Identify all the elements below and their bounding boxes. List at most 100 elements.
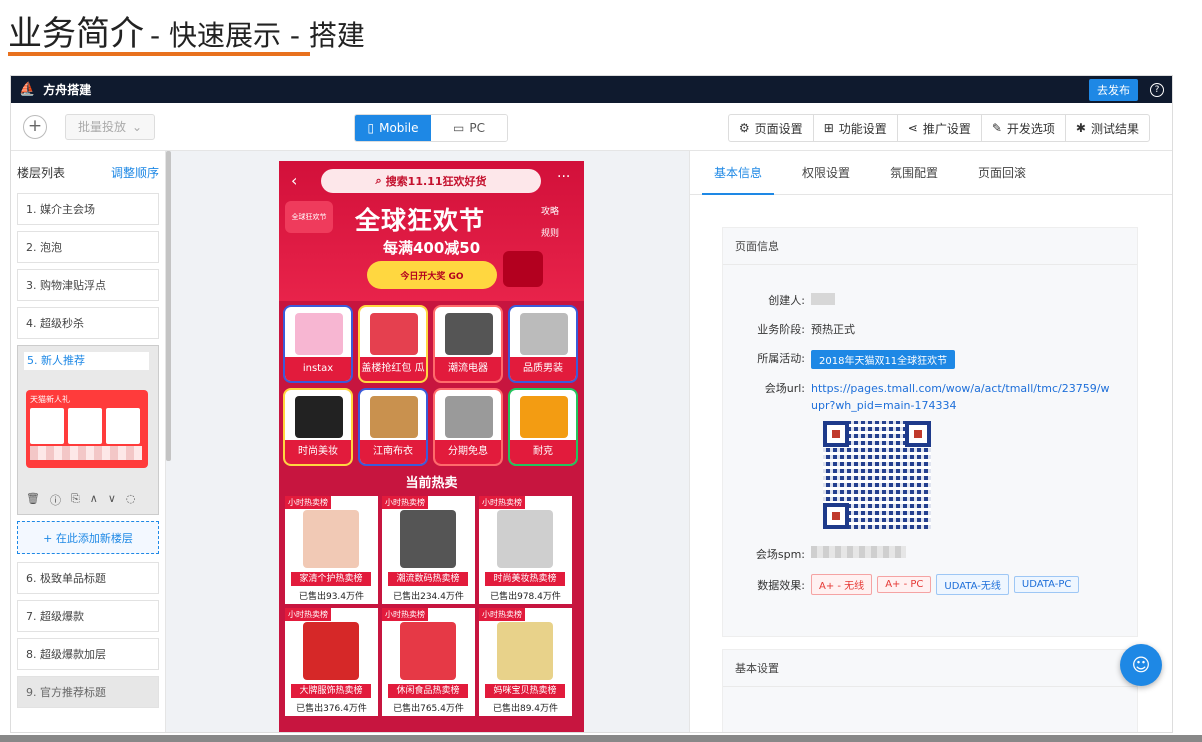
- effect-tag[interactable]: A+ - PC: [877, 576, 932, 593]
- activity-row: 所属活动: 2018年天猫双11全球狂欢节: [723, 350, 1123, 369]
- floor-list-title: 楼层列表: [17, 165, 66, 180]
- app-window: ⛵ 方舟搭建 去发布 ? + 批量投放 ⌄ ▯ Mobile ▭ PC ⚙ 页面设置 ⊞…: [10, 75, 1173, 733]
- page-url-link[interactable]: https://pages.tmall.com/wow/a/act/tmall/…: [811, 380, 1111, 414]
- url-row: 会场url: https://pages.tmall.com/wow/a/act/…: [723, 380, 1123, 414]
- rules-tag[interactable]: 规则: [541, 223, 559, 245]
- floor-list-header: 楼层列表 调整顺序: [11, 151, 165, 193]
- floor-item[interactable]: 9. 官方推荐标题: [17, 676, 159, 708]
- category-name: 江南布衣: [360, 440, 426, 464]
- product-label: 大牌服饰热卖榜: [291, 684, 371, 698]
- search-text: 搜索11.11狂欢好货: [385, 175, 487, 188]
- promo-settings-label: 推广设置: [922, 121, 971, 136]
- slide-title: 业务简介 - 快速展示 - 搭建: [8, 6, 365, 54]
- left-scrollbar[interactable]: [166, 151, 171, 461]
- hot-section-title: 当前热卖: [279, 466, 584, 496]
- preview-blur: [30, 446, 142, 460]
- product-tag: 小时热卖榜: [382, 608, 428, 621]
- floor-item[interactable]: 7. 超级爆款: [17, 600, 159, 632]
- batch-deploy-select[interactable]: 批量投放 ⌄: [65, 113, 155, 140]
- url-label: 会场url:: [764, 382, 805, 395]
- category-tile[interactable]: 品质男装: [508, 305, 578, 383]
- add-floor-button[interactable]: + 在此添加新楼层: [17, 521, 159, 554]
- dev-options-button[interactable]: ✎ 开发选项: [982, 115, 1066, 141]
- category-tile[interactable]: 分期免息: [433, 388, 503, 466]
- spm-label: 会场spm:: [755, 548, 805, 561]
- category-tile[interactable]: 潮流电器: [433, 305, 503, 383]
- bottom-bar: [0, 735, 1202, 742]
- top-bar: ⛵ 方舟搭建 去发布 ?: [11, 76, 1172, 103]
- more-icon[interactable]: ···: [557, 169, 570, 185]
- product-card[interactable]: 小时热卖榜 妈咪宝贝热卖榜 已售出89.4万件: [479, 608, 572, 716]
- effect-tag[interactable]: UDATA-PC: [1013, 576, 1080, 593]
- mobile-tab[interactable]: ▯ Mobile: [355, 115, 431, 141]
- product-card[interactable]: 小时热卖榜 休闲食品热卖榜 已售出765.4万件: [382, 608, 475, 716]
- publish-button[interactable]: 去发布: [1089, 78, 1138, 101]
- product-card[interactable]: 小时热卖榜 潮流数码热卖榜 已售出234.4万件: [382, 496, 475, 604]
- floor-item[interactable]: 3. 购物津贴浮点: [17, 269, 159, 301]
- chevron-down-icon[interactable]: ∨: [108, 492, 116, 508]
- floor-item[interactable]: 1. 媒介主会场: [17, 193, 159, 225]
- back-icon[interactable]: ‹: [291, 171, 297, 190]
- dev-options-label: 开发选项: [1006, 121, 1055, 136]
- product-label: 潮流数码热卖榜: [388, 572, 468, 586]
- hide-icon[interactable]: ◌: [126, 492, 136, 508]
- category-tile[interactable]: 时尚美妆: [283, 388, 353, 466]
- pc-tab[interactable]: ▭ PC: [431, 115, 507, 141]
- properties-panel: 基本信息 权限设置 氛围配置 页面回滚 页面信息 创建人: 业务阶段: 预热正式 …: [689, 151, 1172, 732]
- category-tile[interactable]: instax: [283, 305, 353, 383]
- mobile-label: Mobile: [379, 121, 419, 135]
- prize-go-bar[interactable]: 今日开大奖 GO: [367, 261, 497, 289]
- stage-label: 业务阶段:: [757, 323, 805, 336]
- category-name: instax: [285, 357, 351, 381]
- product-card[interactable]: 小时热卖榜 大牌服饰热卖榜 已售出376.4万件: [285, 608, 378, 716]
- side-tags: 攻略 规则: [541, 201, 559, 245]
- floor-preview: 天猫新人礼: [26, 390, 148, 468]
- app-name: 方舟搭建: [43, 83, 92, 97]
- page-settings-label: 页面设置: [754, 121, 803, 136]
- category-name: 盖楼抢红包 瓜分20亿: [360, 357, 426, 381]
- category-tile[interactable]: 盖楼抢红包 瓜分20亿: [358, 305, 428, 383]
- category-name: 分期免息: [435, 440, 501, 464]
- info-icon[interactable]: ⓘ: [50, 492, 61, 508]
- floor-item[interactable]: 8. 超级爆款加层: [17, 638, 159, 670]
- product-card[interactable]: 小时热卖榜 时尚美妆热卖榜 已售出978.4万件: [479, 496, 572, 604]
- floor-item[interactable]: 2. 泡泡: [17, 231, 159, 263]
- stage-value: 预热正式: [811, 323, 855, 336]
- category-tile[interactable]: 江南布衣: [358, 388, 428, 466]
- product-tag: 小时热卖榜: [479, 496, 525, 509]
- test-results-button[interactable]: ✱ 测试结果: [1066, 115, 1149, 141]
- tab-rollback[interactable]: 页面回滚: [958, 151, 1046, 194]
- feature-settings-button[interactable]: ⊞ 功能设置: [814, 115, 898, 141]
- floor-list-panel: 楼层列表 调整顺序 1. 媒介主会场 2. 泡泡 3. 购物津贴浮点 4. 超级…: [11, 151, 166, 732]
- tab-atmosphere[interactable]: 氛围配置: [870, 151, 958, 194]
- product-card[interactable]: 小时热卖榜 家清个护热卖榜 已售出93.4万件: [285, 496, 378, 604]
- adjust-order-link[interactable]: 调整顺序: [111, 164, 159, 181]
- tab-basic-info[interactable]: 基本信息: [694, 151, 782, 195]
- chevron-up-icon[interactable]: ∧: [90, 492, 98, 508]
- section-title: 页面信息: [723, 228, 1137, 265]
- help-icon[interactable]: ?: [1150, 82, 1164, 97]
- selected-floor[interactable]: 5. 新人推荐 天猫新人礼 🗑 ⓘ ⎘ ∧ ∨ ◌: [17, 345, 159, 515]
- guide-tag[interactable]: 攻略: [541, 201, 559, 223]
- floor-item[interactable]: 6. 极致单品标题: [17, 562, 159, 594]
- page-settings-button[interactable]: ⚙ 页面设置: [729, 115, 814, 141]
- category-tile[interactable]: 耐克: [508, 388, 578, 466]
- category-name: 耐克: [510, 440, 576, 464]
- floor-item[interactable]: 4. 超级秒杀: [17, 307, 159, 339]
- grid-icon: ⊞: [823, 121, 834, 135]
- category-name: 潮流电器: [435, 357, 501, 381]
- add-icon[interactable]: +: [23, 114, 47, 139]
- search-bar[interactable]: ⌕ 搜索11.11狂欢好货: [321, 169, 541, 193]
- effect-tag[interactable]: UDATA-无线: [936, 574, 1009, 595]
- promo-settings-button[interactable]: ⋖ 推广设置: [898, 115, 982, 141]
- spm-row: 会场spm:: [723, 546, 1123, 562]
- copy-icon[interactable]: ⎘: [71, 492, 80, 508]
- effect-tag[interactable]: A+ - 无线: [811, 574, 873, 595]
- category-name: 时尚美妆: [285, 440, 351, 464]
- product-label: 家清个护热卖榜: [291, 572, 371, 586]
- activity-tag: 2018年天猫双11全球狂欢节: [811, 350, 956, 369]
- event-title: 全球狂欢节: [355, 206, 486, 235]
- tab-permissions[interactable]: 权限设置: [782, 151, 870, 194]
- trash-icon[interactable]: 🗑: [26, 492, 40, 508]
- chatbot-icon[interactable]: ☺: [1120, 644, 1162, 686]
